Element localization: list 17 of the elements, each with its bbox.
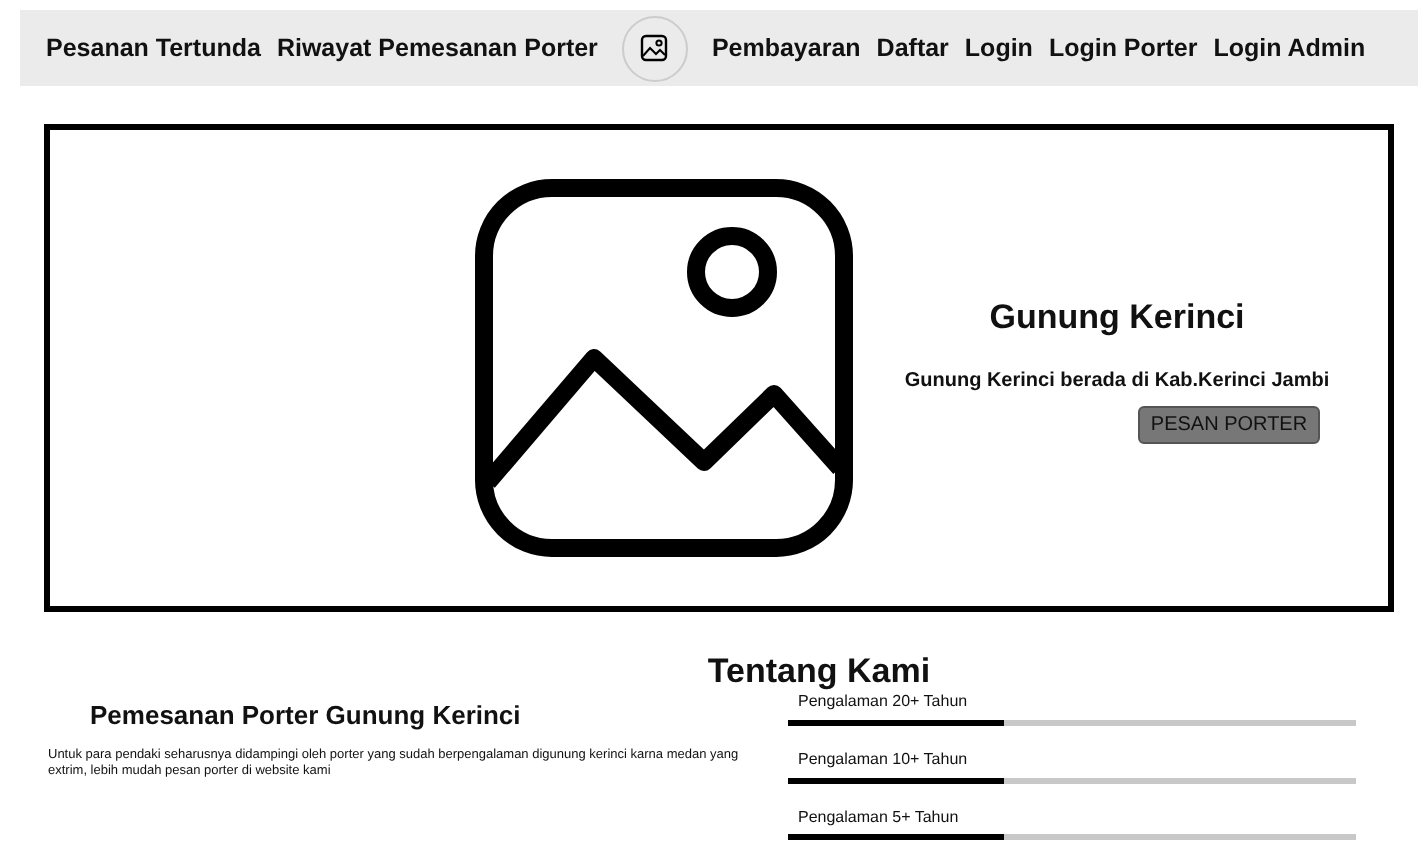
- nav-link[interactable]: Riwayat Pemesanan Porter: [276, 29, 598, 67]
- skill-label: Pengalaman 20+ Tahun: [798, 692, 970, 712]
- hero-subtitle: Gunung Kerinci berada di Kab.Kerinci Jambi: [902, 368, 1332, 397]
- nav-link[interactable]: Pesanan Tertunda: [46, 29, 261, 67]
- nav-link[interactable]: Daftar: [876, 29, 949, 67]
- hero-title: Gunung Kerinci: [987, 295, 1247, 340]
- skill-label: Pengalaman 5+ Tahun: [798, 807, 961, 827]
- nav-link[interactable]: Login Porter: [1048, 29, 1198, 67]
- section-heading: Tentang Kami: [705, 652, 933, 693]
- nav-link[interactable]: Login Admin: [1213, 29, 1366, 67]
- nav-link[interactable]: Pembayaran: [711, 29, 861, 67]
- about-title: Pemesanan Porter Gunung Kerinci: [90, 698, 523, 735]
- image-placeholder-icon: [474, 178, 854, 558]
- order-porter-button[interactable]: PESAN PORTER: [1138, 406, 1320, 445]
- logo-icon[interactable]: [621, 15, 688, 81]
- skill-label: Pengalaman 10+ Tahun: [798, 749, 970, 770]
- nav-link[interactable]: Login: [964, 29, 1033, 67]
